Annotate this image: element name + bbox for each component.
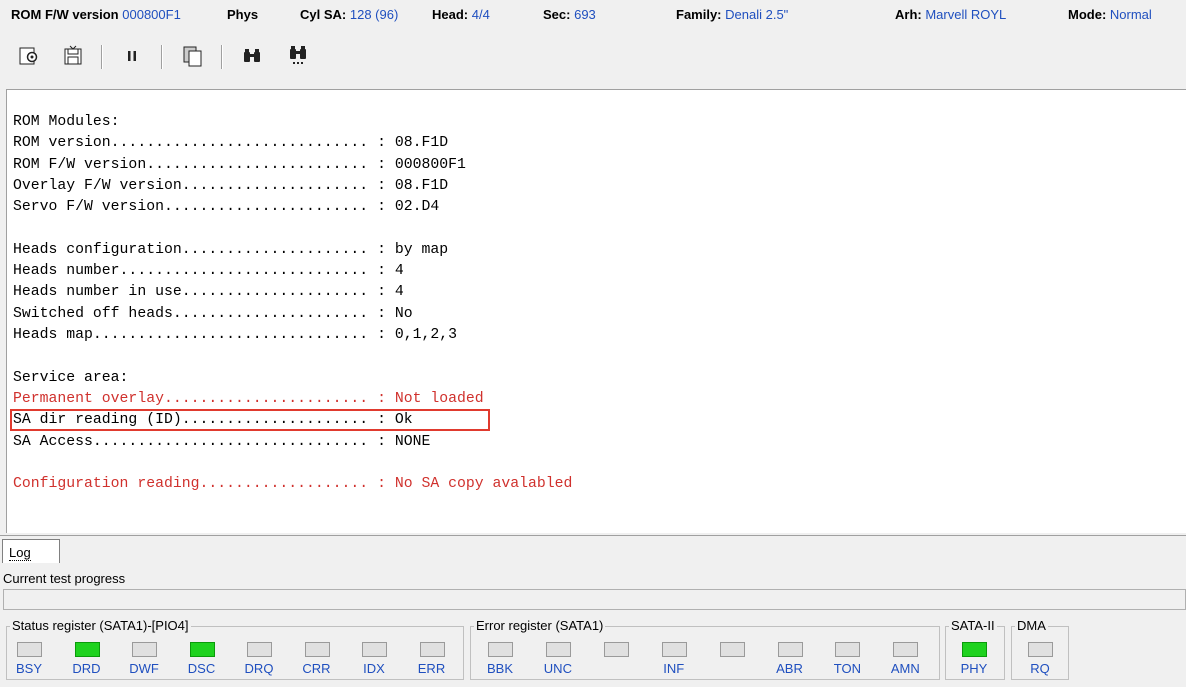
led-label: BBK (486, 661, 513, 676)
info-bar: ROM F/W version 000800F1 Phys Cyl SA: 12… (0, 0, 1186, 30)
led-label: ABR (776, 661, 803, 676)
led-indicator (304, 642, 330, 657)
led-label: DWF (129, 661, 159, 676)
error-register-title: Error register (SATA1) (474, 618, 606, 633)
status-register-group: Status register (SATA1)-[PIO4] BSY DRD DWF… (6, 618, 464, 680)
led-indicator (247, 642, 272, 657)
family-info: Family: Denali 2.5" (676, 7, 789, 22)
led-indicator (74, 642, 100, 657)
log-line: Overlay F/W version.....................… (13, 177, 449, 194)
pause-icon[interactable] (117, 41, 147, 71)
led-indicator (17, 642, 42, 657)
log-line: Configuration reading...................… (13, 476, 573, 493)
copy-icon[interactable] (177, 41, 207, 71)
dma-group: DMA RQ (1011, 618, 1069, 680)
led-label: CRR (302, 661, 331, 676)
led-label: RQ (1030, 661, 1050, 676)
log-line: ROM F/W version.........................… (13, 156, 466, 173)
led-indicator (362, 642, 387, 657)
sata-title: SATA-II (949, 618, 997, 633)
toolbar-separator (221, 45, 223, 69)
led-label: ERR (417, 661, 446, 676)
log-line: Permanent overlay.......................… (13, 390, 484, 407)
led-indicator (719, 642, 745, 657)
log-line: SA Access...............................… (13, 433, 431, 450)
led-indicator (962, 642, 987, 657)
status-register-title: Status register (SATA1)-[PIO4] (10, 618, 191, 633)
led-label: DRQ (244, 661, 274, 676)
rom-fw-info: ROM F/W version 000800F1 (11, 7, 181, 22)
toolbar (0, 33, 1186, 83)
mode-info: Mode: Normal (1068, 7, 1152, 22)
sata-group: SATA-II PHY (945, 618, 1005, 680)
sec-info: Sec: 693 (543, 7, 596, 22)
log-line: ROM Modules: (13, 114, 120, 130)
settings-icon[interactable] (14, 41, 44, 71)
dma-title: DMA (1015, 618, 1048, 633)
log-line: SA dir reading (ID).....................… (13, 412, 413, 429)
led-indicator (661, 642, 687, 657)
led-indicator (893, 642, 919, 657)
led-label: IDX (363, 661, 385, 676)
tab-bar: Log (0, 535, 1186, 566)
led-label: PHY (960, 661, 988, 676)
log-line: Heads configuration.....................… (13, 241, 449, 258)
led-label: AMN (890, 661, 920, 676)
led-label: DSC (187, 661, 216, 676)
toolbar-separator (101, 45, 103, 69)
led-label: INF (663, 661, 685, 676)
arh-info: Arh: Marvell ROYL (895, 7, 1007, 22)
led-label: TON (833, 661, 861, 676)
led-indicator (132, 642, 157, 657)
led-label: BSY (15, 661, 42, 676)
led-indicator (545, 642, 571, 657)
head-info: Head: 4/4 (432, 7, 490, 22)
led-indicator (1028, 642, 1053, 657)
log-line: Heads number............................… (13, 263, 404, 280)
log-line: Heads number in use.....................… (13, 284, 404, 301)
log-line: Service area: (13, 369, 129, 386)
progress-bar (3, 589, 1186, 610)
led-indicator (603, 642, 629, 657)
binoculars-next-icon[interactable] (283, 41, 313, 71)
log-line: Switched off heads......................… (13, 305, 413, 322)
log-line: Servo F/W version.......................… (13, 199, 440, 216)
led-label: DRD (72, 661, 101, 676)
binoculars-icon[interactable] (237, 41, 267, 71)
led-indicator (488, 642, 513, 657)
cyl-sa-info: Cyl SA: 128 (96) (300, 7, 399, 22)
led-label: UNC (543, 661, 572, 676)
led-indicator (777, 642, 803, 657)
led-indicator (189, 642, 215, 657)
log-line: Heads map...............................… (13, 327, 457, 343)
log-line: ROM version.............................… (13, 135, 449, 152)
error-register-group: Error register (SATA1) BBK UNC INF ABR TON AM… (470, 618, 940, 680)
tab-log[interactable]: Log (2, 539, 60, 563)
led-indicator (419, 642, 445, 657)
save-icon[interactable] (58, 41, 88, 71)
phys-info: Phys (227, 7, 259, 22)
led-indicator (835, 642, 861, 657)
progress-label: Current test progress (3, 571, 126, 586)
toolbar-separator (161, 45, 163, 69)
output-log[interactable]: ROM Modules: ROM version.................… (6, 89, 1186, 533)
